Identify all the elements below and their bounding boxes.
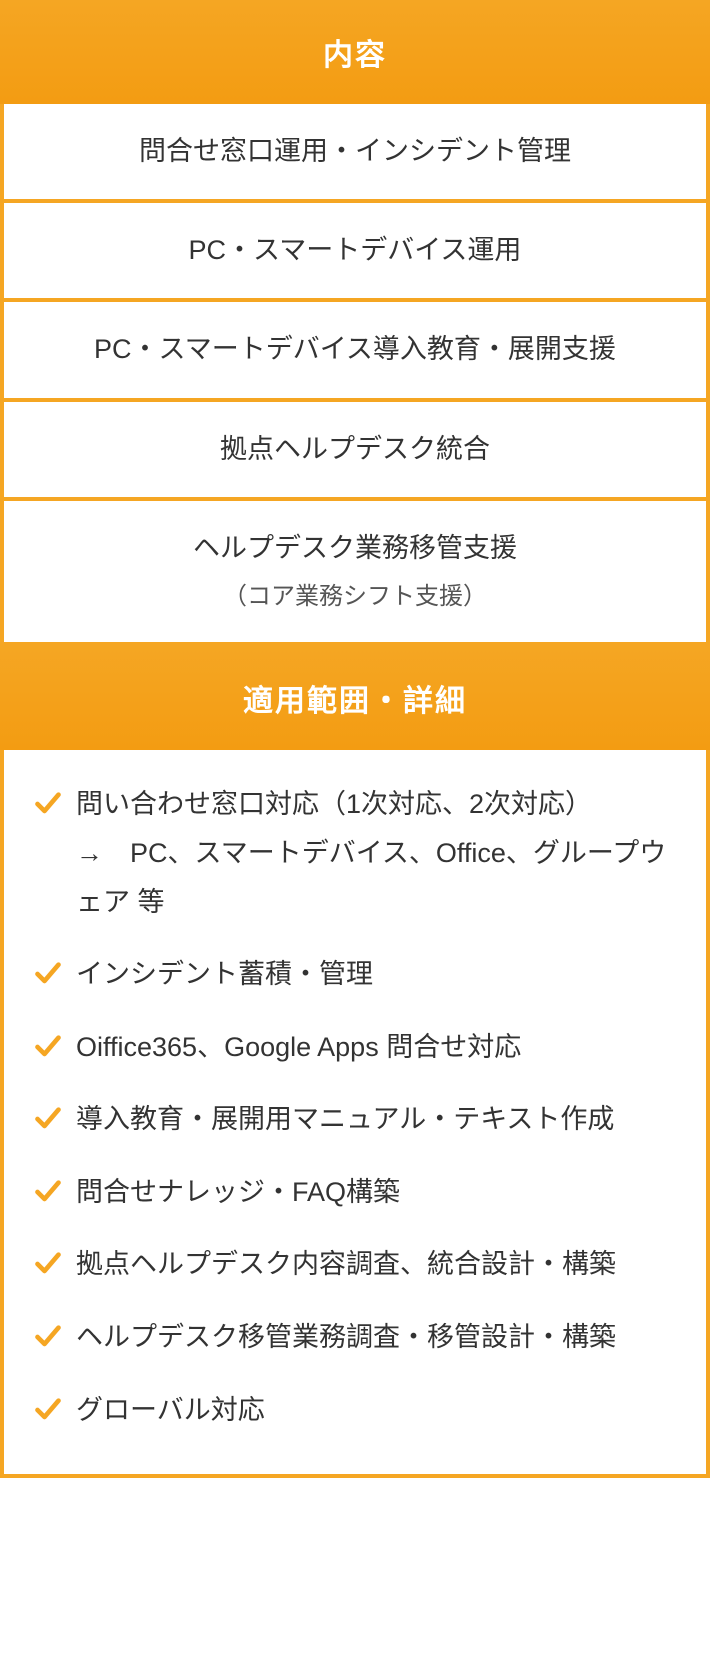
detail-item: ヘルプデスク移管業務調査・移管設計・構築 [34, 1313, 676, 1362]
check-icon [34, 1105, 62, 1133]
section-header-details: 適用範囲・詳細 [0, 646, 710, 750]
content-rows: 問合せ窓口運用・インシデント管理 PC・スマートデバイス運用 PC・スマートデバ… [0, 104, 710, 646]
check-icon [34, 1033, 62, 1061]
detail-item: 問合せナレッジ・FAQ構築 [34, 1168, 676, 1217]
section-title: 内容 [323, 39, 387, 72]
content-row-label: PC・スマートデバイス運用 [189, 235, 522, 265]
detail-text: インシデント蓄積・管理 [76, 950, 676, 999]
check-icon [34, 790, 62, 818]
detail-item: Oiffice365、Google Apps 問合せ対応 [34, 1023, 676, 1072]
content-row: PC・スマートデバイス導入教育・展開支援 [0, 302, 710, 401]
detail-text: グローバル対応 [76, 1386, 676, 1435]
content-row: PC・スマートデバイス運用 [0, 203, 710, 302]
detail-list: 問い合わせ窓口対応（1次対応、2次対応）→ PC、スマートデバイス、Office… [0, 750, 710, 1478]
check-icon [34, 1178, 62, 1206]
detail-item: 拠点ヘルプデスク内容調査、統合設計・構築 [34, 1240, 676, 1289]
content-row-label: ヘルプデスク業務移管支援 [193, 533, 517, 563]
content-row-label: 問合せ窓口運用・インシデント管理 [139, 136, 571, 166]
detail-text: ヘルプデスク移管業務調査・移管設計・構築 [76, 1313, 676, 1362]
section-header-content: 内容 [0, 0, 710, 104]
detail-item: インシデント蓄積・管理 [34, 950, 676, 999]
detail-text: 問い合わせ窓口対応（1次対応、2次対応）→ PC、スマートデバイス、Office… [76, 780, 676, 926]
detail-text: 導入教育・展開用マニュアル・テキスト作成 [76, 1095, 676, 1144]
content-row: 問合せ窓口運用・インシデント管理 [0, 104, 710, 203]
content-row-sublabel: （コア業務シフト支援） [24, 578, 686, 616]
detail-text: Oiffice365、Google Apps 問合せ対応 [76, 1023, 676, 1072]
check-icon [34, 1250, 62, 1278]
content-row: 拠点ヘルプデスク統合 [0, 402, 710, 501]
detail-item: 問い合わせ窓口対応（1次対応、2次対応）→ PC、スマートデバイス、Office… [34, 780, 676, 926]
content-row: ヘルプデスク業務移管支援 （コア業務シフト支援） [0, 501, 710, 647]
check-icon [34, 960, 62, 988]
content-row-label: 拠点ヘルプデスク統合 [220, 434, 490, 464]
content-row-label: PC・スマートデバイス導入教育・展開支援 [94, 334, 616, 364]
detail-item: グローバル対応 [34, 1386, 676, 1435]
check-icon [34, 1396, 62, 1424]
check-icon [34, 1323, 62, 1351]
section-title: 適用範囲・詳細 [243, 685, 467, 718]
detail-text: 問合せナレッジ・FAQ構築 [76, 1168, 676, 1217]
detail-item: 導入教育・展開用マニュアル・テキスト作成 [34, 1095, 676, 1144]
detail-text: 拠点ヘルプデスク内容調査、統合設計・構築 [76, 1240, 676, 1289]
